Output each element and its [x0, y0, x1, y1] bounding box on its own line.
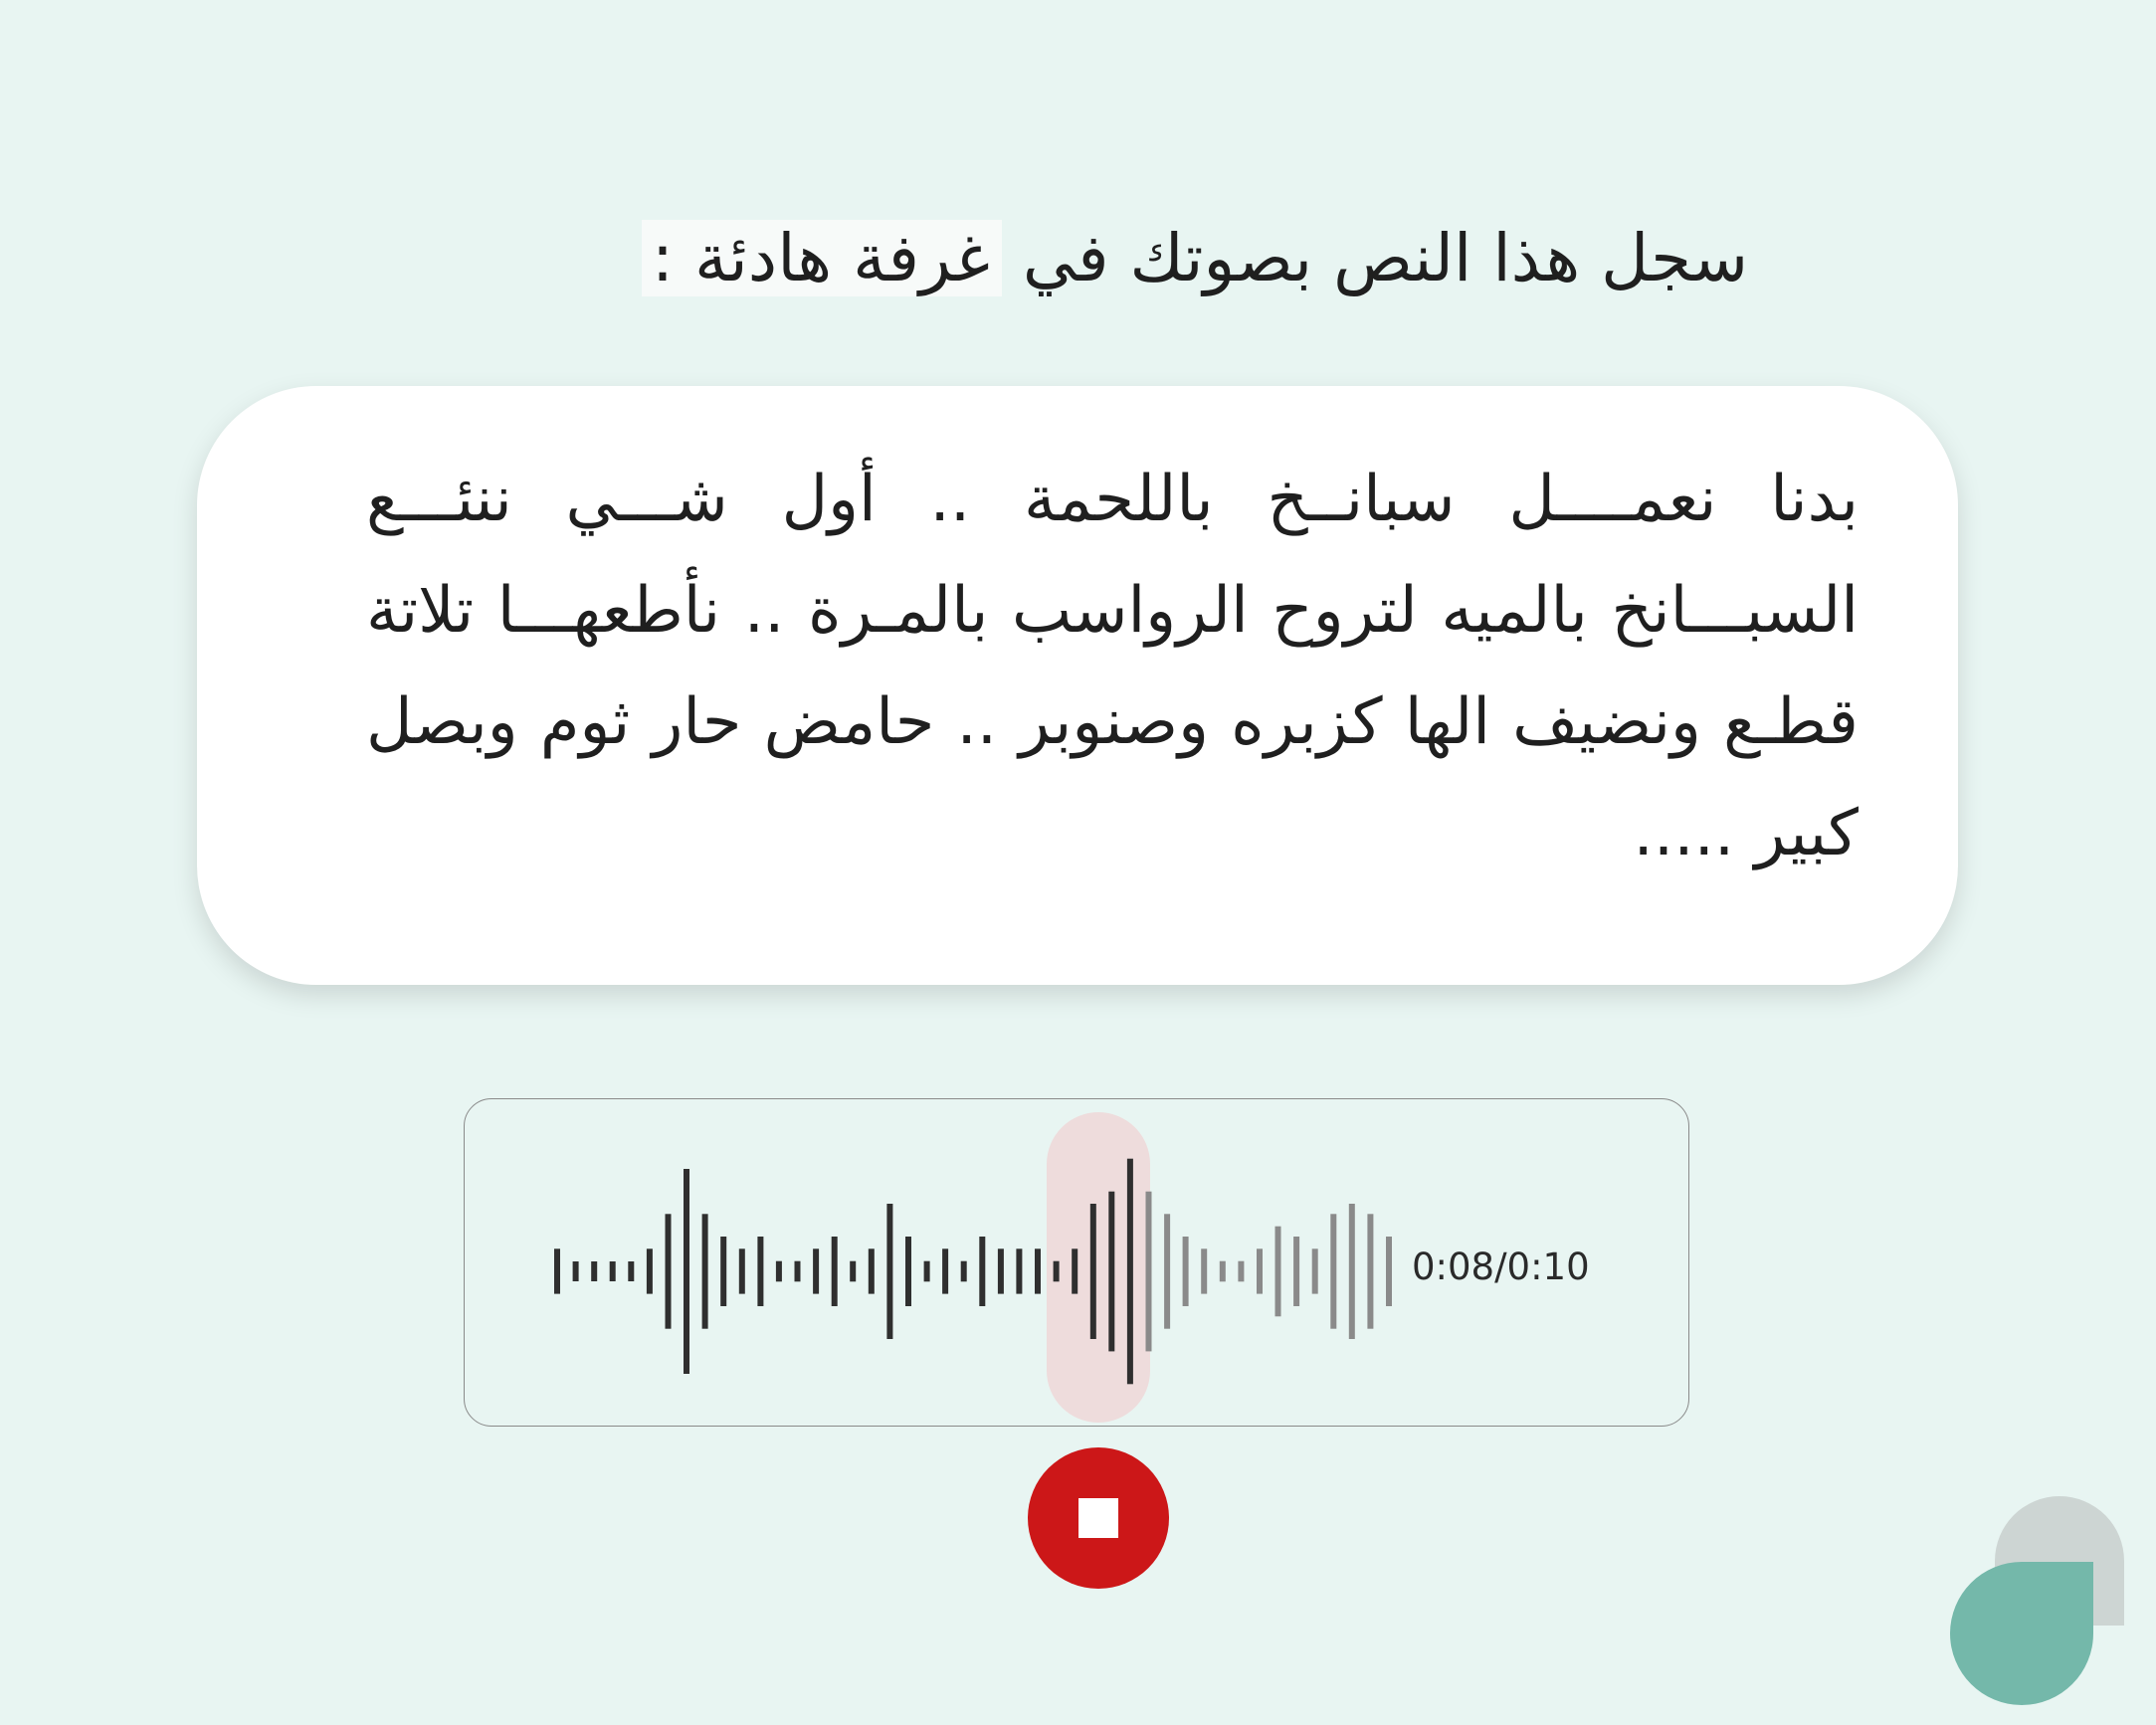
waveform-bar — [775, 1260, 782, 1282]
waveform-bar — [554, 1248, 560, 1294]
waveform-bar — [1016, 1248, 1023, 1294]
waveform-bar — [646, 1248, 653, 1294]
waveform-bar — [628, 1261, 635, 1281]
waveform-bar — [979, 1237, 986, 1306]
waveform-bar — [831, 1237, 838, 1306]
waveform-bar — [1164, 1214, 1171, 1329]
waveform-bar — [905, 1237, 911, 1306]
waveform-bar — [1145, 1191, 1152, 1352]
waveform-bar — [1182, 1237, 1189, 1306]
waveform-bar — [1238, 1260, 1245, 1282]
waveform-bar — [1293, 1237, 1300, 1306]
waveform-bar — [942, 1248, 949, 1294]
stop-recording-button[interactable] — [1028, 1447, 1169, 1589]
stop-icon — [1078, 1498, 1118, 1538]
waveform-bar — [886, 1204, 893, 1339]
waveform-bar — [665, 1214, 672, 1329]
waveform-bar — [1219, 1260, 1226, 1282]
waveform-bar — [868, 1248, 875, 1294]
waveform-bar — [794, 1260, 801, 1282]
waveform-bar — [1330, 1214, 1337, 1329]
waveform-bar — [1108, 1191, 1115, 1352]
waveform-bar — [997, 1248, 1004, 1294]
waveform-bar — [960, 1260, 967, 1282]
waveform-bar — [1311, 1248, 1318, 1294]
waveform-bar — [813, 1248, 820, 1294]
waveform-bar — [701, 1214, 708, 1329]
waveform-bar — [923, 1260, 930, 1282]
waveform-bar — [1367, 1214, 1374, 1329]
waveform-bar — [1386, 1237, 1392, 1306]
waveform-bar — [1257, 1248, 1263, 1294]
waveform-bar — [1201, 1248, 1208, 1294]
waveform-bar — [1348, 1204, 1355, 1339]
waveform-bar — [1274, 1226, 1281, 1317]
waveform-bar — [1089, 1204, 1096, 1339]
waveform-bar — [1053, 1260, 1060, 1282]
decorative-shape-teal — [1950, 1562, 2093, 1705]
waveform-bar — [684, 1169, 689, 1374]
waveform-bar — [609, 1261, 616, 1281]
waveform-bar — [1035, 1248, 1041, 1294]
waveform-bar — [850, 1260, 857, 1282]
waveform-bar — [757, 1237, 764, 1306]
waveform-bar — [591, 1261, 598, 1281]
waveform-bar — [1072, 1248, 1078, 1294]
waveform-bar — [1126, 1158, 1133, 1385]
waveform-bar — [572, 1261, 579, 1281]
time-readout: 0:08/0:10 — [1412, 1246, 1590, 1288]
waveform-bar — [738, 1248, 745, 1294]
waveform-bar — [720, 1237, 727, 1306]
